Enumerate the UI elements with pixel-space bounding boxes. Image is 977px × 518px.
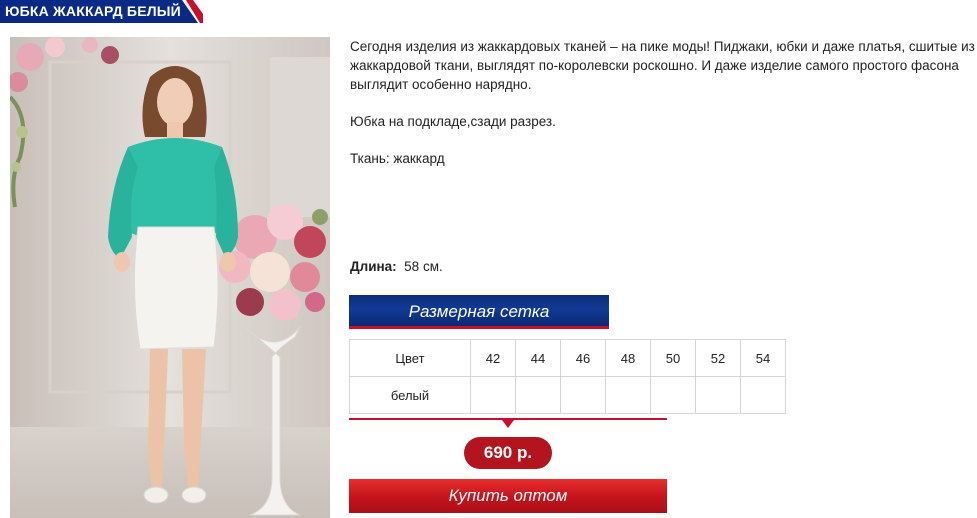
size-header-46: 46 bbox=[560, 339, 606, 377]
quantity-cell[interactable] bbox=[560, 376, 606, 414]
table-row: белый bbox=[349, 376, 786, 414]
price-pointer-icon bbox=[502, 420, 514, 428]
quantity-cell[interactable] bbox=[470, 376, 516, 414]
size-header-54: 54 bbox=[740, 339, 786, 377]
description-paragraph: Ткань: жаккард bbox=[350, 151, 445, 166]
description-paragraph: Сегодня изделия из жаккардовых тканей – … bbox=[350, 39, 975, 92]
product-photo[interactable] bbox=[10, 37, 330, 518]
product-photo-image bbox=[10, 37, 330, 518]
quantity-cell[interactable] bbox=[515, 376, 561, 414]
price-badge: 690 р. bbox=[464, 437, 552, 469]
color-name: белый bbox=[349, 376, 471, 414]
size-header-52: 52 bbox=[695, 339, 741, 377]
size-header-50: 50 bbox=[650, 339, 696, 377]
size-header-48: 48 bbox=[605, 339, 651, 377]
product-description: Сегодня изделия из жаккардовых тканей – … bbox=[350, 37, 975, 186]
page-title-tab: ЮБКА ЖАККАРД БЕЛЫЙ bbox=[0, 0, 203, 23]
size-header-44: 44 bbox=[515, 339, 561, 377]
description-paragraph: Юбка на подкладе,сзади разрез. bbox=[350, 114, 556, 129]
size-table-header-row: Цвет 42 44 46 48 50 52 54 bbox=[349, 339, 786, 377]
page-title: ЮБКА ЖАККАРД БЕЛЫЙ bbox=[5, 3, 181, 19]
color-column-header: Цвет bbox=[349, 339, 471, 377]
length-value: 58 см. bbox=[404, 259, 443, 274]
size-table: Цвет 42 44 46 48 50 52 54 белый bbox=[349, 339, 786, 414]
buy-wholesale-button[interactable]: Купить оптом bbox=[349, 479, 667, 513]
size-chart-button[interactable]: Размерная сетка bbox=[349, 295, 609, 329]
quantity-cell[interactable] bbox=[740, 376, 786, 414]
quantity-cell[interactable] bbox=[695, 376, 741, 414]
quantity-cell[interactable] bbox=[650, 376, 696, 414]
quantity-cell[interactable] bbox=[605, 376, 651, 414]
length-row: Длина: 58 см. bbox=[350, 259, 443, 274]
length-label: Длина: bbox=[350, 259, 397, 274]
size-header-42: 42 bbox=[470, 339, 516, 377]
